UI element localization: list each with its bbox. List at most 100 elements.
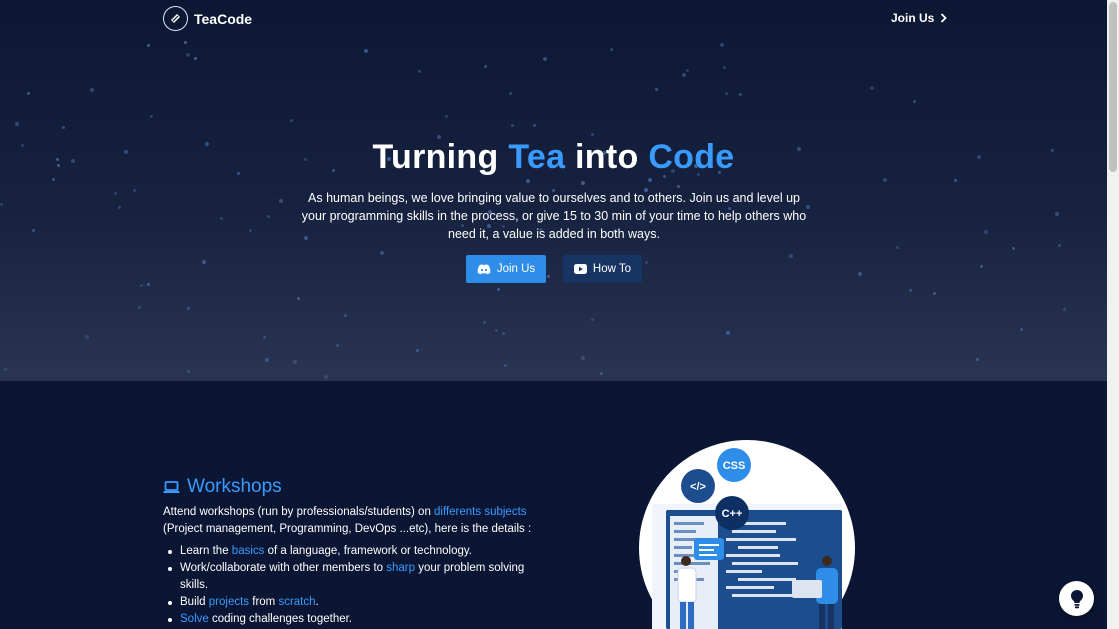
youtube-icon <box>573 264 587 274</box>
item-highlight: projects <box>208 596 250 608</box>
star-dot <box>90 88 94 92</box>
star-dot <box>1012 247 1015 250</box>
star-dot <box>789 254 793 258</box>
item-highlight: sharp <box>386 562 416 574</box>
star-dot <box>324 375 328 379</box>
brand-logo[interactable]: TeaCode <box>163 6 252 31</box>
star-dot <box>502 332 505 335</box>
nav-join-label: Join Us <box>891 11 935 25</box>
workshops-title-text: Workshops <box>187 476 282 497</box>
star-dot <box>495 329 498 332</box>
star-dot <box>187 307 190 310</box>
laptop-icon <box>163 480 180 493</box>
css-badge: CSS <box>723 460 746 472</box>
hero-section: TeaCode Join Us Turning Tea into Code As… <box>0 0 1107 381</box>
cpp-badge: C++ <box>722 508 743 520</box>
star-dot <box>279 199 283 203</box>
workshops-section: Workshops Attend workshops (run by profe… <box>0 381 1107 629</box>
chevron-right-icon <box>941 13 948 23</box>
star-dot <box>870 86 874 90</box>
star-dot <box>267 215 270 218</box>
star-dot <box>526 179 530 183</box>
star-dot <box>290 119 293 122</box>
star-dot <box>725 92 728 95</box>
item-text: from <box>249 596 279 608</box>
workshops-intro: Attend workshops (run by professionals/s… <box>163 504 543 538</box>
star-dot <box>723 66 726 69</box>
star-dot <box>62 126 65 129</box>
star-dot <box>909 289 912 292</box>
star-dot <box>677 185 680 188</box>
hero-title-word: into <box>575 138 639 176</box>
star-dot <box>416 349 419 352</box>
hero-title-accent-code: Code <box>648 138 735 176</box>
star-dot <box>1058 244 1061 247</box>
star-dot <box>114 192 117 195</box>
star-dot <box>739 93 742 96</box>
help-button[interactable] <box>1059 581 1094 616</box>
star-dot <box>293 360 297 364</box>
html-badge: </> <box>690 481 706 493</box>
star-dot <box>85 335 89 339</box>
star-dot <box>0 203 3 206</box>
workshop-illustration: CSS </> C++ <box>639 440 855 629</box>
list-item: Work/collaborate with other members to s… <box>168 560 540 594</box>
star-dot <box>543 57 547 61</box>
logo-icon <box>163 6 188 31</box>
scrollbar-thumb[interactable] <box>1109 2 1117 172</box>
star-dot <box>364 49 368 53</box>
star-dot <box>32 229 35 232</box>
star-dot <box>27 92 30 95</box>
list-item: Solve coding challenges together. <box>168 611 540 628</box>
star-dot <box>15 122 19 126</box>
item-text: Work/collaborate with other members to <box>180 562 387 574</box>
list-item: Learn the basics of a language, framewor… <box>168 543 540 560</box>
list-item: Build projects from scratch. <box>168 594 540 611</box>
lightbulb-icon <box>1070 589 1083 608</box>
join-us-button[interactable]: Join Us <box>466 255 546 283</box>
star-dot <box>187 370 190 373</box>
star-dot <box>265 358 269 362</box>
discord-icon <box>477 263 491 274</box>
star-dot <box>4 368 7 371</box>
star-dot <box>147 283 150 286</box>
how-to-label: How To <box>592 263 632 275</box>
star-dot <box>418 70 421 73</box>
star-dot <box>720 43 724 47</box>
intro-text: (Project management, Programming, DevOps… <box>163 523 532 535</box>
item-highlight: basics <box>231 545 265 557</box>
star-dot <box>933 292 936 295</box>
star-dot <box>133 189 136 192</box>
star-dot <box>1020 328 1023 331</box>
star-dot <box>511 124 514 127</box>
how-to-button[interactable]: How To <box>563 255 642 283</box>
workshops-list: Learn the basics of a language, framewor… <box>168 543 540 628</box>
star-dot <box>297 297 300 300</box>
star-dot <box>682 73 686 77</box>
item-highlight: Solve <box>180 613 209 625</box>
intro-highlight: differents subjects <box>434 506 527 518</box>
star-dot <box>497 288 500 291</box>
item-text: coding challenges together. <box>208 613 352 625</box>
star-dot <box>202 260 206 264</box>
star-dot <box>150 115 153 118</box>
star-dot <box>52 178 55 181</box>
star-dot <box>726 331 730 335</box>
star-dot <box>533 124 536 127</box>
item-text: . <box>315 596 319 608</box>
star-dot <box>980 265 983 268</box>
item-highlight: scratch <box>278 596 316 608</box>
workshops-title: Workshops <box>163 476 282 498</box>
page-scrollbar[interactable] <box>1107 0 1119 629</box>
brand-name: TeaCode <box>194 10 253 27</box>
star-dot <box>547 275 550 278</box>
star-dot <box>581 356 585 360</box>
star-dot <box>954 179 957 182</box>
star-dot <box>976 358 979 361</box>
star-dot <box>380 251 384 255</box>
item-text: Learn the <box>180 545 232 557</box>
join-us-label: Join Us <box>496 263 536 275</box>
star-dot <box>1063 308 1066 311</box>
star-dot <box>138 306 141 309</box>
nav-join-link[interactable]: Join Us <box>891 11 948 25</box>
